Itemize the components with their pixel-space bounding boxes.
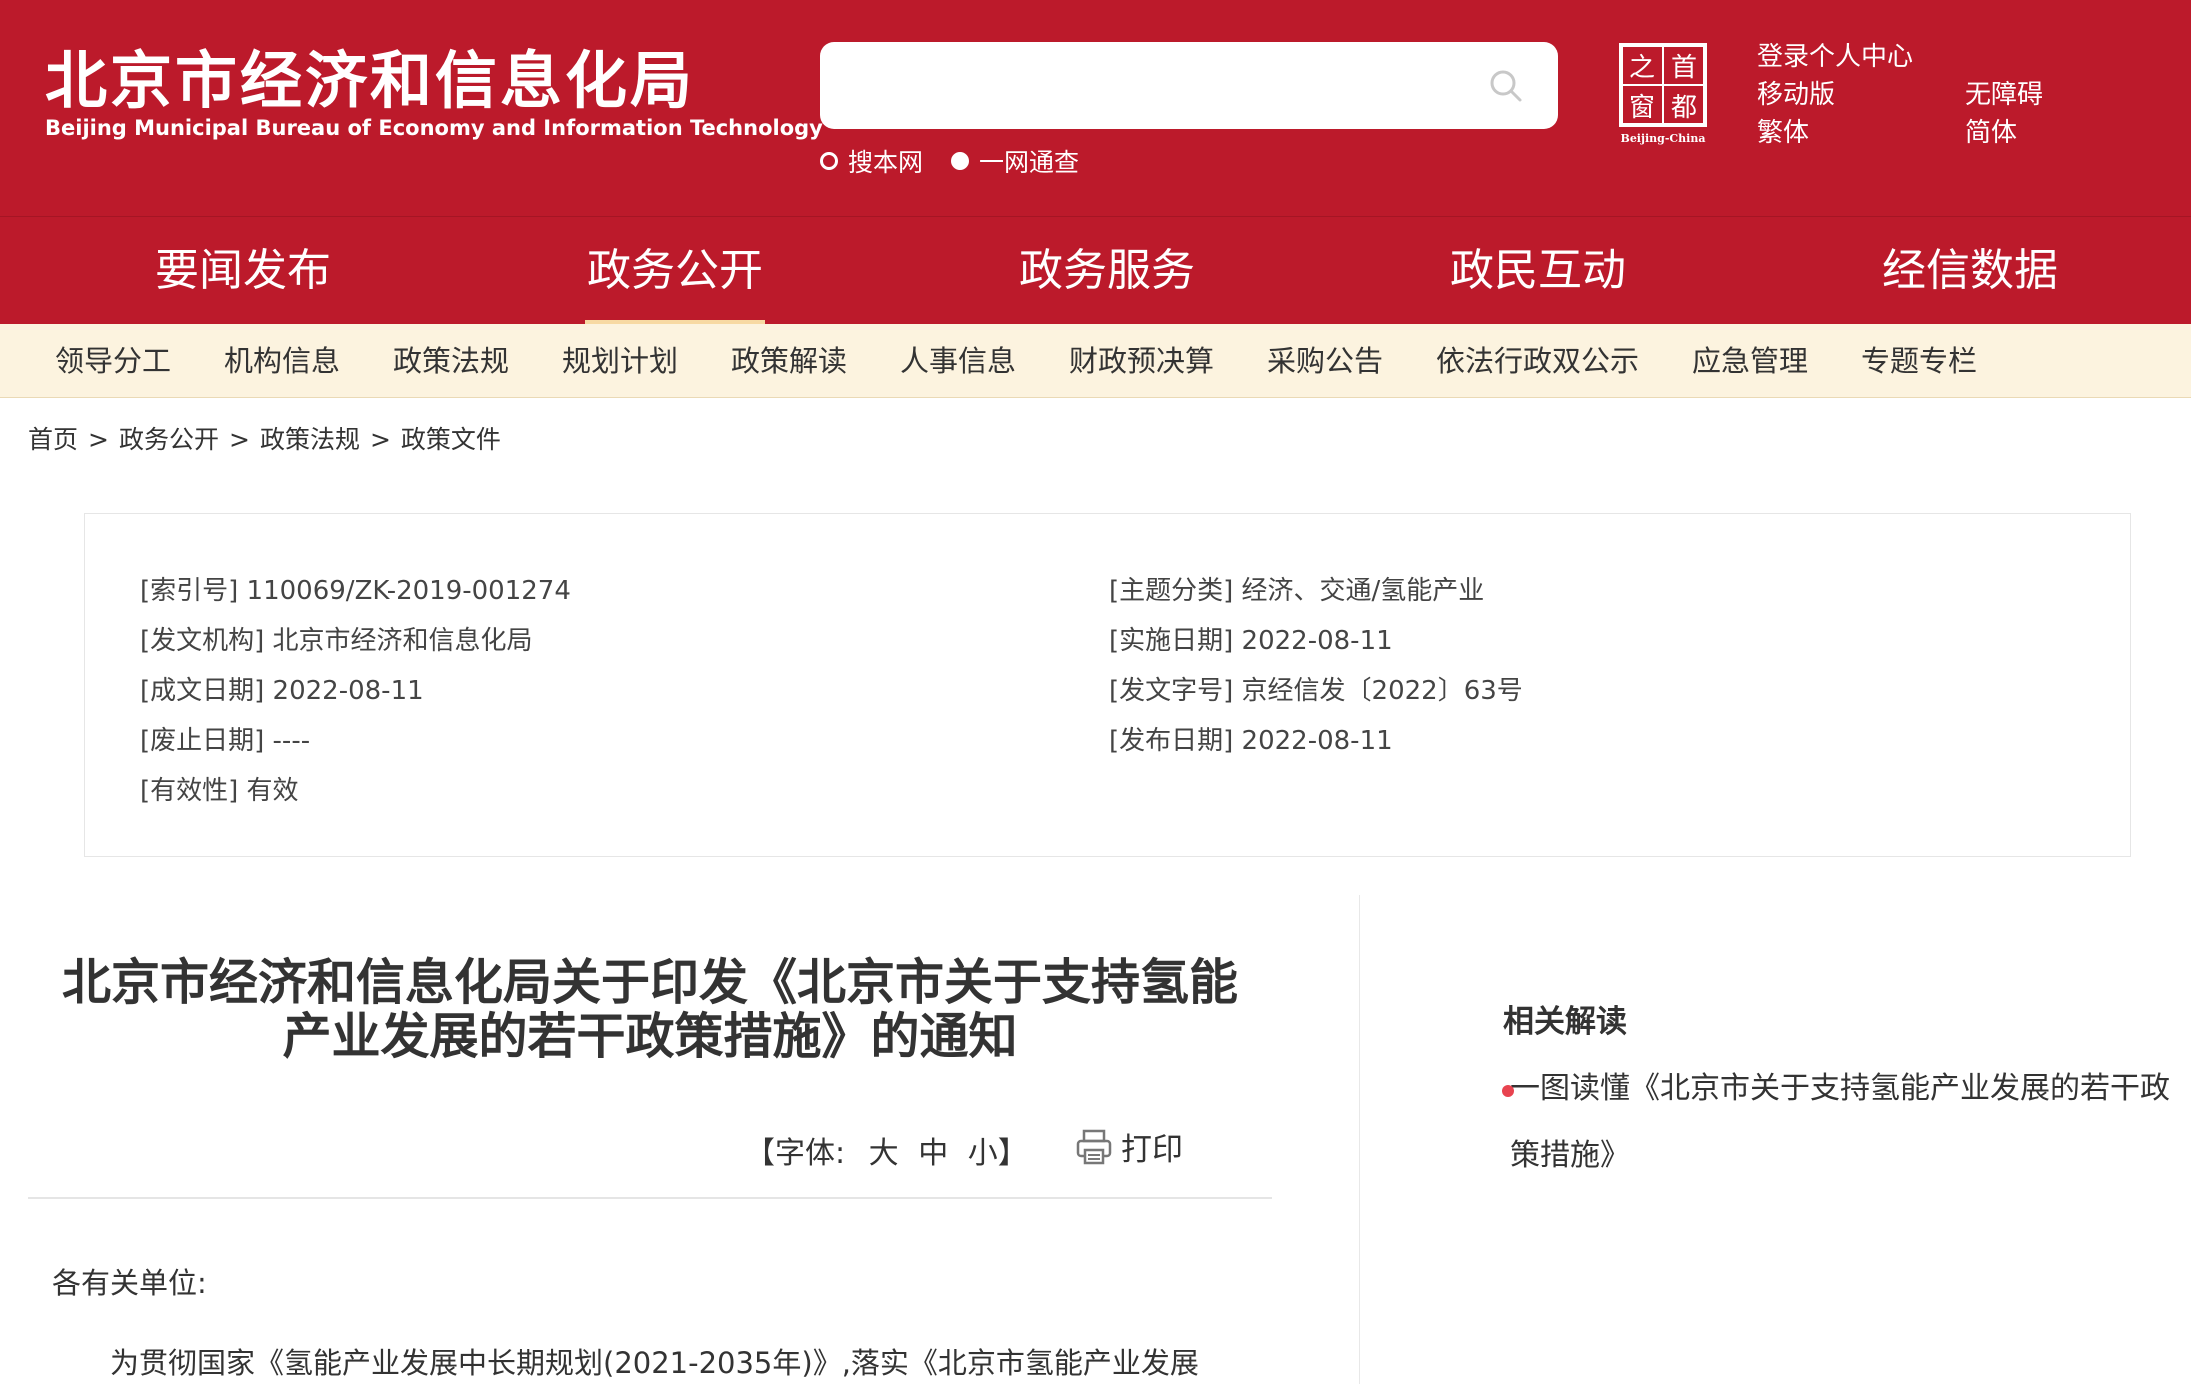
font-small-button[interactable]: 小】 — [968, 1136, 1028, 1171]
site-logo-subtitle: Beijing Municipal Bureau of Economy and … — [45, 116, 823, 140]
related-link-text: 一图读懂《北京市关于支持氢能产业发展的若干政策措施》 — [1510, 1071, 2170, 1173]
subnav-item[interactable]: 财政预决算 — [1069, 324, 1214, 398]
article-body-paragraph: 为贯彻国家《氢能产业发展中长期规划(2021-2035年)》,落实《北京市氢能产… — [110, 1346, 1199, 1380]
login-link[interactable]: 登录个人中心 — [1757, 38, 1913, 76]
article-salutation: 各有关单位: — [52, 1266, 207, 1300]
scope-all-gov[interactable]: 一网通查 — [951, 143, 1079, 179]
subnav-item[interactable]: 政策解读 — [731, 324, 847, 398]
article-title: 北京市经济和信息化局关于印发《北京市关于支持氢能 产业发展的若干政策措施》的通知 — [28, 956, 1272, 1064]
article-title-line: 产业发展的若干政策措施》的通知 — [282, 1008, 1018, 1065]
subnav-item[interactable]: 规划计划 — [562, 324, 678, 398]
breadcrumb: 首页 > 政务公开 > 政策法规 > 政策文件 — [28, 420, 501, 456]
svg-text:窗: 窗 — [1629, 93, 1655, 123]
subnav-item[interactable]: 领导分工 — [55, 324, 171, 398]
meta-effective-date: [实施日期] 2022-08-11 — [1109, 626, 1393, 656]
svg-text:之: 之 — [1629, 53, 1655, 83]
breadcrumb-gov-open[interactable]: 政务公开 — [119, 425, 219, 454]
font-large-button[interactable]: 大 — [869, 1136, 899, 1171]
column-divider — [1359, 895, 1360, 1384]
radio-unselected-icon — [820, 152, 838, 170]
radio-selected-icon — [951, 152, 970, 170]
nav-gov-affairs-open[interactable]: 政务公开 — [525, 217, 825, 325]
meta-topic: [主题分类] 经济、交通/氢能产业 — [1109, 576, 1485, 606]
traditional-link[interactable]: 繁体 — [1757, 114, 1913, 152]
simplified-link[interactable]: 简体 — [1965, 114, 2043, 152]
font-size-label: 【字体: — [745, 1136, 846, 1171]
meta-abolish-date: [废止日期] ---- — [140, 726, 311, 756]
article-divider — [28, 1197, 1272, 1199]
capital-window-logo[interactable]: 之 首 窗 都 Beijing-China — [1618, 42, 1708, 146]
main-nav: 要闻发布 政务公开 政务服务 政民互动 经信数据 — [0, 216, 2191, 325]
breadcrumb-home[interactable]: 首页 — [28, 425, 78, 454]
scope-this-site[interactable]: 搜本网 — [820, 143, 923, 179]
search-icon[interactable] — [1488, 68, 1524, 104]
document-meta-box: [索引号] 110069/ZK-2019-001274 [发文机构] 北京市经济… — [84, 513, 2131, 857]
subnav-item[interactable]: 机构信息 — [224, 324, 340, 398]
related-interpretation-title: 相关解读 — [1503, 1004, 1627, 1040]
breadcrumb-policy-law[interactable]: 政策法规 — [260, 425, 360, 454]
sub-nav: 领导分工 机构信息 政策法规 规划计划 政策解读 人事信息 财政预决算 采购公告… — [0, 324, 2191, 398]
meta-doc-no: [发文字号] 京经信发〔2022〕63号 — [1109, 676, 1523, 706]
subnav-item[interactable]: 依法行政双公示 — [1436, 324, 1639, 398]
breadcrumb-separator: > — [369, 425, 391, 454]
font-size-tools: 【字体: 大 中 小】 — [745, 1128, 1028, 1172]
svg-text:Beijing-China: Beijing-China — [1621, 132, 1706, 145]
accessibility-link[interactable]: 无障碍 — [1965, 76, 2043, 114]
breadcrumb-separator: > — [228, 425, 250, 454]
subnav-item[interactable]: 采购公告 — [1267, 324, 1383, 398]
meta-written-date: [成文日期] 2022-08-11 — [140, 676, 424, 706]
nav-data[interactable]: 经信数据 — [1820, 217, 2120, 325]
article-title-line: 北京市经济和信息化局关于印发《北京市关于支持氢能 — [61, 954, 1238, 1011]
meta-validity: [有效性] 有效 — [140, 776, 299, 806]
svg-text:都: 都 — [1671, 93, 1697, 123]
nav-interaction[interactable]: 政民互动 — [1388, 217, 1688, 325]
subnav-item[interactable]: 人事信息 — [900, 324, 1016, 398]
scope-label: 搜本网 — [848, 148, 924, 177]
site-logo-title[interactable]: 北京市经济和信息化局 — [45, 30, 695, 120]
meta-issuer: [发文机构] 北京市经济和信息化局 — [140, 626, 533, 656]
print-label: 打印 — [1121, 1132, 1183, 1168]
font-medium-button[interactable]: 中 — [918, 1136, 948, 1171]
bullet-icon — [1502, 1085, 1514, 1097]
printer-icon — [1076, 1129, 1112, 1164]
mobile-link[interactable]: 移动版 — [1757, 76, 1913, 114]
search-box — [820, 42, 1558, 129]
scope-label: 一网通查 — [979, 148, 1080, 177]
subnav-item[interactable]: 应急管理 — [1692, 324, 1808, 398]
svg-text:首: 首 — [1671, 53, 1697, 83]
print-button[interactable]: 打印 — [1075, 1124, 1183, 1169]
related-interpretation-link[interactable]: 一图读懂《北京市关于支持氢能产业发展的若干政策措施》 — [1502, 1055, 2170, 1189]
breadcrumb-separator: > — [88, 425, 109, 454]
nav-gov-services[interactable]: 政务服务 — [957, 217, 1257, 325]
nav-news[interactable]: 要闻发布 — [93, 217, 393, 325]
subnav-item[interactable]: 政策法规 — [393, 324, 509, 398]
breadcrumb-policy-docs[interactable]: 政策文件 — [401, 425, 501, 454]
subnav-item[interactable]: 专题专栏 — [1861, 324, 1977, 398]
search-scope: 搜本网 一网通查 — [820, 143, 1079, 179]
search-input[interactable] — [840, 60, 1440, 110]
meta-index-no: [索引号] 110069/ZK-2019-001274 — [140, 576, 571, 606]
site-header: 北京市经济和信息化局 Beijing Municipal Bureau of E… — [0, 0, 2191, 216]
meta-publish-date: [发布日期] 2022-08-11 — [1109, 726, 1393, 756]
